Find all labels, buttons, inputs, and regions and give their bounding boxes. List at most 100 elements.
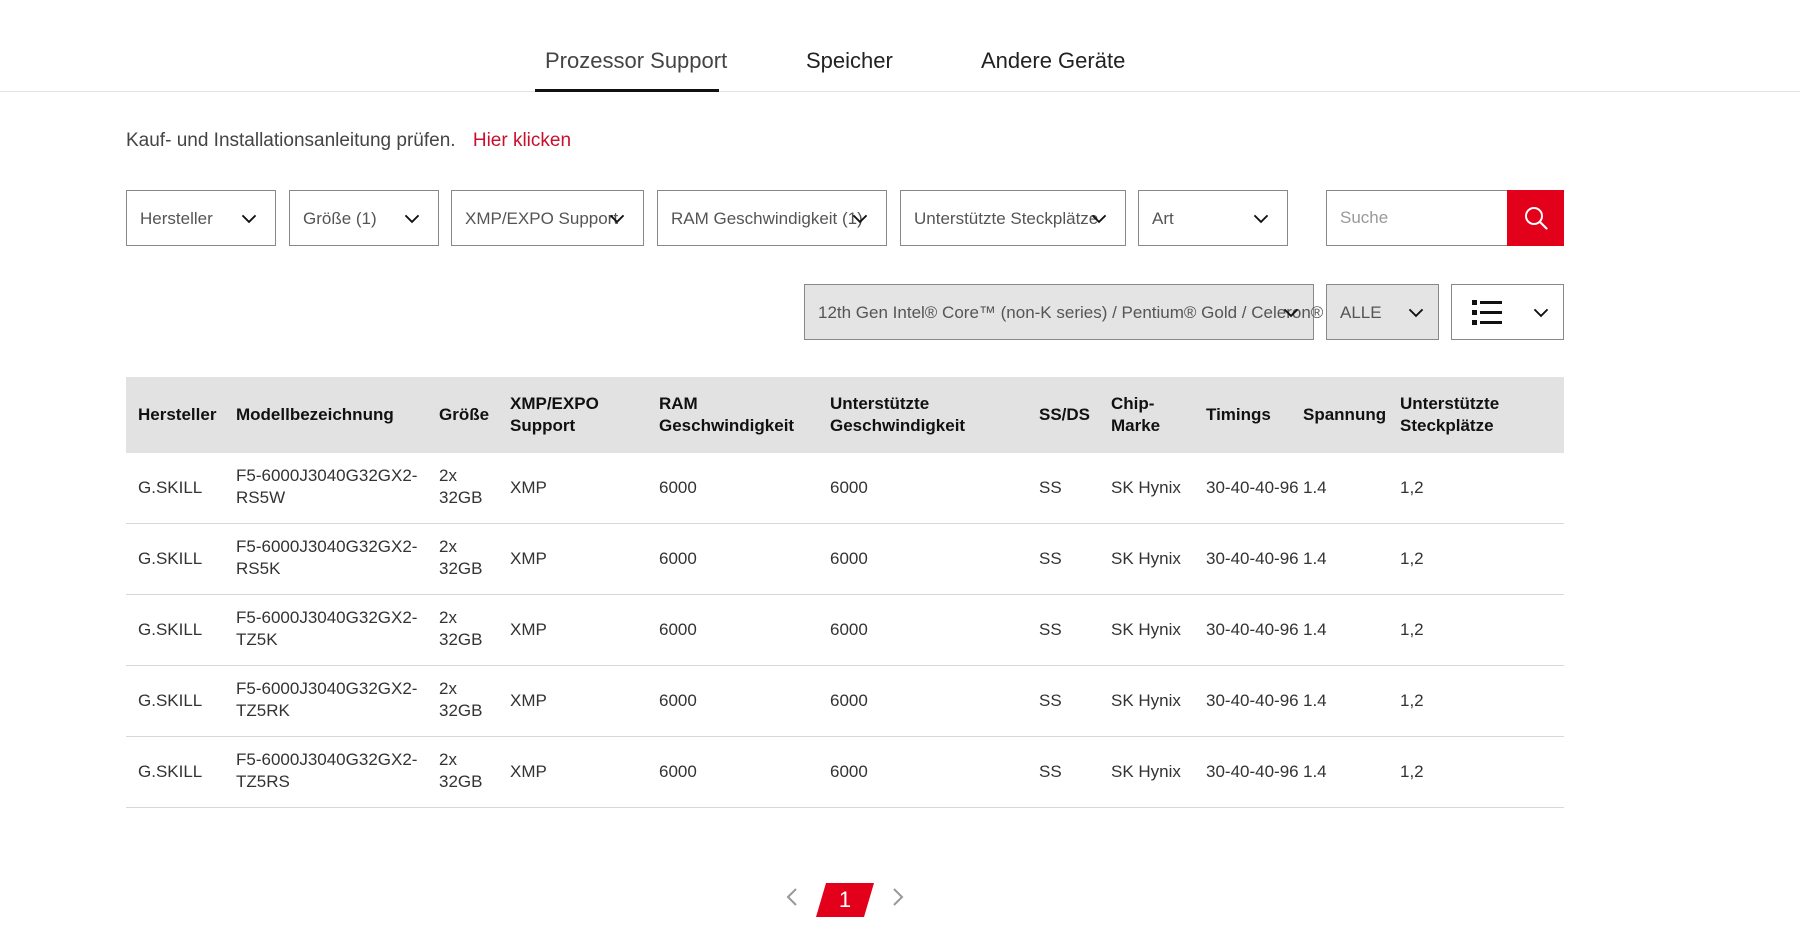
table-row: G.SKILL F5-6000J3040G32GX2- RS5W 2x 32GB XMP 6… — [126, 453, 1564, 524]
table-row: G.SKILL F5-6000J3040G32GX2- TZ5K 2x 32GB XMP 6… — [126, 595, 1564, 666]
th-hersteller: Hersteller — [138, 404, 216, 426]
search-icon — [1525, 207, 1548, 230]
chevron-down-icon — [404, 214, 420, 224]
cell-xmp: XMP — [510, 691, 547, 710]
cell-timings: 30-40-40-96 — [1206, 549, 1299, 568]
search-input[interactable] — [1326, 190, 1507, 246]
tab-prozessor-support[interactable]: Prozessor Support — [545, 48, 727, 74]
cell-steckplaetze: 1,2 — [1400, 549, 1424, 568]
cell-xmp: XMP — [510, 620, 547, 639]
th-ram-geschwindigkeit: RAM Geschwindigkeit — [659, 393, 794, 437]
cell-ram-speed: 6000 — [659, 691, 697, 710]
cell-groesse: 2x 32GB — [439, 607, 482, 651]
cell-modell: F5-6000J3040G32GX2- TZ5RK — [236, 678, 417, 722]
cell-line: RS5K — [236, 559, 281, 578]
cell-timings: 30-40-40-96 — [1206, 478, 1299, 497]
cell-modell: F5-6000J3040G32GX2- TZ5RS — [236, 749, 417, 793]
filter-groesse[interactable]: Größe (1) — [289, 190, 439, 246]
cell-line: TZ5K — [236, 630, 278, 649]
cell-line: F5-6000J3040G32GX2- — [236, 750, 418, 769]
cell-line: 2x — [439, 466, 457, 485]
filter-unterstuetzte-steckplaetze[interactable]: Unterstützte Steckplätze — [900, 190, 1126, 246]
chevron-down-icon — [1283, 308, 1299, 318]
search-button[interactable] — [1507, 190, 1564, 246]
header-line: Hersteller — [138, 405, 217, 424]
th-unterstuetzte-steckplaetze: Unterstützte Steckplätze — [1400, 393, 1499, 437]
th-xmp-expo-support: XMP/EXPO Support — [510, 393, 599, 437]
cell-steckplaetze: 1,2 — [1400, 620, 1424, 639]
cpu-series-select[interactable]: 12th Gen Intel® Core™ (non-K series) / P… — [804, 284, 1323, 340]
cell-modell: F5-6000J3040G32GX2- RS5W — [236, 465, 417, 509]
cell-ss-ds: SS — [1039, 478, 1062, 497]
cell-hersteller: G.SKILL — [138, 620, 203, 639]
tab-bar: Prozessor Support Speicher Andere Geräte — [0, 0, 1800, 92]
header-line: Marke — [1111, 416, 1161, 435]
chevron-down-icon — [1408, 308, 1424, 318]
header-line: Timings — [1206, 405, 1271, 424]
cell-timings: 30-40-40-96 — [1206, 620, 1299, 639]
filter-xmp-expo-support[interactable]: XMP/EXPO Support — [451, 190, 644, 246]
header-line: RAM — [659, 394, 698, 413]
th-unterstuetzte-geschwindigkeit: Unterstützte Geschwindigkeit — [830, 393, 965, 437]
cell-groesse: 2x 32GB — [439, 536, 482, 580]
cell-ss-ds: SS — [1039, 620, 1062, 639]
th-groesse: Größe — [439, 404, 489, 426]
chevron-down-icon — [1091, 214, 1107, 224]
cell-xmp: XMP — [510, 762, 547, 781]
cell-spannung: 1.4 — [1303, 620, 1327, 639]
cell-spannung: 1.4 — [1303, 478, 1327, 497]
tab-speicher[interactable]: Speicher — [806, 48, 893, 74]
cell-line: F5-6000J3040G32GX2- — [236, 608, 418, 627]
cell-steckplaetze: 1,2 — [1400, 762, 1424, 781]
filter-label: XMP/EXPO Support — [465, 209, 619, 228]
chevron-down-icon — [609, 214, 625, 224]
header-line: Unterstützte — [1400, 394, 1500, 413]
cell-spannung: 1.4 — [1303, 691, 1327, 710]
table-row: G.SKILL F5-6000J3040G32GX2- RS5K 2x 32GB XMP 6… — [126, 524, 1564, 595]
cell-xmp: XMP — [510, 549, 547, 568]
cell-line: TZ5RK — [236, 701, 290, 720]
view-mode-select[interactable] — [1451, 284, 1564, 340]
cell-line: 32GB — [439, 772, 483, 791]
cell-line: F5-6000J3040G32GX2- — [236, 537, 418, 556]
cell-supported-speed: 6000 — [830, 620, 868, 639]
header-line: Support — [510, 416, 576, 435]
guide-text: Kauf- und Installationsanleitung prüfen. — [126, 130, 456, 151]
filter-label: Hersteller — [140, 209, 213, 228]
cell-line: 2x — [439, 537, 457, 556]
filter-hersteller[interactable]: Hersteller — [126, 190, 276, 246]
cell-spannung: 1.4 — [1303, 762, 1327, 781]
filter-ram-geschwindigkeit[interactable]: RAM Geschwindigkeit (1) — [657, 190, 887, 246]
cell-groesse: 2x 32GB — [439, 465, 482, 509]
scope-select[interactable]: ALLE — [1326, 284, 1439, 340]
header-line: Modellbezeichnung — [236, 405, 394, 424]
tab-andere-geraete[interactable]: Andere Geräte — [981, 48, 1125, 74]
cell-spannung: 1.4 — [1303, 549, 1327, 568]
cell-hersteller: G.SKILL — [138, 762, 203, 781]
cell-supported-speed: 6000 — [830, 691, 868, 710]
cell-chip: SK Hynix — [1111, 620, 1181, 639]
guide-link[interactable]: Hier klicken — [473, 130, 571, 151]
chevron-right-icon[interactable] — [892, 887, 904, 907]
page-number: 1 — [838, 887, 852, 912]
cell-hersteller: G.SKILL — [138, 691, 203, 710]
cell-line: 2x — [439, 679, 457, 698]
table-row: G.SKILL F5-6000J3040G32GX2- TZ5RS 2x 32GB XMP… — [126, 737, 1564, 808]
cell-timings: 30-40-40-96 — [1206, 762, 1299, 781]
cell-supported-speed: 6000 — [830, 762, 868, 781]
cell-line: 32GB — [439, 630, 483, 649]
th-chip-marke: Chip- Marke — [1111, 393, 1160, 437]
cell-ram-speed: 6000 — [659, 478, 697, 497]
header-line: Unterstützte — [830, 394, 930, 413]
cell-groesse: 2x 32GB — [439, 678, 482, 722]
chevron-left-icon[interactable] — [786, 887, 798, 907]
scope-value: ALLE — [1340, 303, 1382, 322]
filter-art[interactable]: Art — [1138, 190, 1288, 246]
cell-modell: F5-6000J3040G32GX2- RS5K — [236, 536, 417, 580]
pagination-current-page[interactable]: 1 — [816, 883, 874, 917]
header-line: Geschwindigkeit — [659, 416, 795, 435]
th-timings: Timings — [1206, 404, 1271, 426]
active-tab-indicator — [535, 89, 719, 92]
cell-chip: SK Hynix — [1111, 478, 1181, 497]
header-line: Chip- — [1111, 394, 1155, 413]
